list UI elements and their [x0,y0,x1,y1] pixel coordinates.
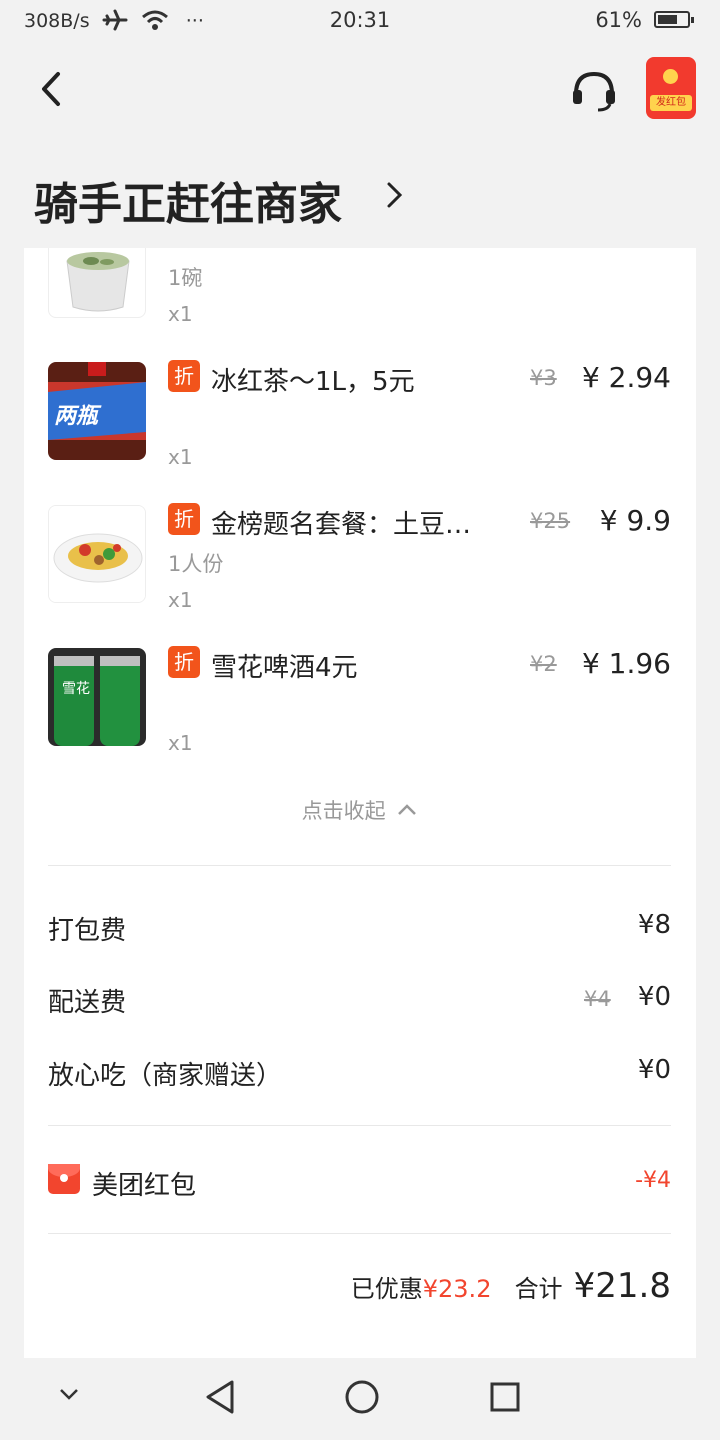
chevron-up-icon [398,804,417,815]
nav-recents-icon[interactable] [490,1382,520,1412]
delivery-fee-original: ¥4 [584,987,611,1011]
item-qty: x1 [168,588,193,612]
item-spec: 1碗 [168,266,203,290]
packing-fee-value: ¥8 [637,910,671,940]
total-value: ¥21.8 [573,1266,671,1306]
thumb-brand-text: 两瓶 [54,404,99,429]
battery-icon [654,11,694,28]
thumb-brand-text: 雪花 [62,681,90,697]
back-arrow-icon[interactable] [34,66,74,112]
order-status-title[interactable]: 骑手正赶往商家 [34,168,342,232]
discount-tag: 折 [168,646,200,678]
item-price: ¥ 2.94 [581,361,671,394]
item-qty: x1 [168,731,193,755]
item-name: 雪花啤酒4元 [211,653,358,683]
redpacket-icon [48,1164,80,1194]
chevron-down-icon[interactable] [56,1384,82,1404]
total-label: 合计 [514,1275,563,1303]
delivery-fee-label: 配送费 [48,988,127,1018]
battery-percent: 61% [595,8,642,32]
item-price: ¥ 1.96 [581,647,671,680]
send-hongbao-button[interactable]: 发红包 [646,57,696,119]
item-qty: x1 [168,445,193,469]
hongbao-label: 发红包 [650,95,692,111]
item-thumbnail-meal [48,505,146,603]
item-spec: 1人份 [168,552,224,576]
saved-label: 已优惠 [350,1275,423,1303]
delivery-fee-value: ¥0 [637,982,671,1012]
divider [48,1233,671,1234]
order-summary: 已优惠¥23.2 合计 ¥21.8 [351,1266,671,1306]
item-original-price: ¥25 [530,509,571,533]
item-thumbnail-icetea: 两瓶 [48,362,146,460]
assurance-label: 放心吃（商家赠送） [48,1061,283,1091]
system-nav-bar [0,1358,720,1440]
item-thumbnail-beer: 雪花 [48,648,146,746]
item-name: 冰红茶～1L，5元 [211,367,415,397]
item-thumbnail-soup [48,248,146,318]
nav-home-icon[interactable] [344,1379,380,1415]
discount-tag: 折 [168,503,200,535]
divider [48,1125,671,1126]
saved-value: ¥23.2 [422,1275,492,1303]
chevron-right-icon[interactable] [384,180,406,210]
collapse-button[interactable]: 点击收起 [0,795,720,825]
customer-service-icon[interactable] [568,66,620,116]
assurance-value: ¥0 [637,1055,671,1085]
coin-icon [663,69,678,84]
item-qty: x1 [168,302,193,326]
divider [48,865,671,866]
collapse-label: 点击收起 [301,799,386,823]
redpacket-label: 美团红包 [92,1171,197,1201]
nav-back-icon[interactable] [202,1378,238,1416]
packing-fee-label: 打包费 [48,916,127,946]
redpacket-value: -¥4 [635,1168,671,1193]
item-original-price: ¥3 [530,366,557,390]
item-name: 金榜题名套餐：土豆… [211,510,472,540]
item-price: ¥ 9.9 [599,504,671,537]
item-original-price: ¥2 [530,652,557,676]
discount-tag: 折 [168,360,200,392]
status-bar: 308B/s ··· 20:31 61% [0,0,720,42]
